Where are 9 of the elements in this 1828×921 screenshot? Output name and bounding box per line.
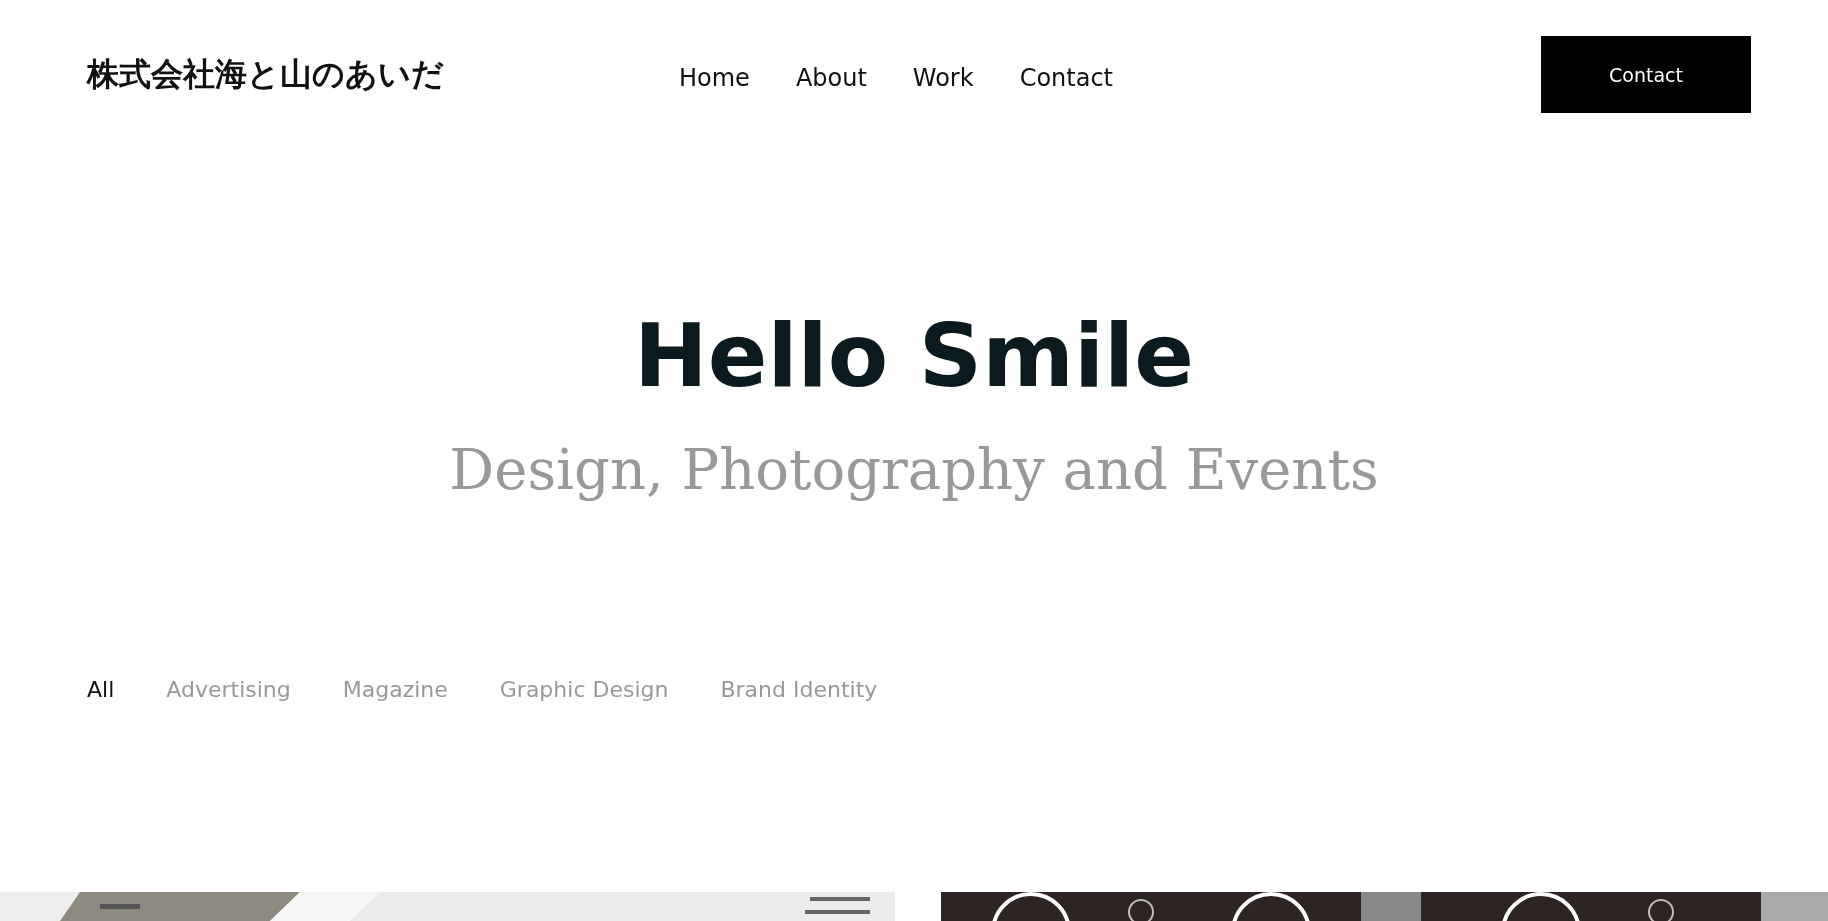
nav-link[interactable]: About — [795, 63, 867, 92]
nav-link[interactable]: Contact — [1019, 63, 1113, 92]
hero-title: Hello Smile — [634, 308, 1194, 405]
nav-link[interactable]: Work — [912, 63, 974, 92]
company-logo[interactable]: 株式会社海と山のあいだ — [87, 52, 679, 97]
nav-link[interactable]: Home — [679, 63, 750, 92]
contact-button[interactable]: Contact — [1541, 36, 1751, 113]
hero-subtitle: Design, Photography and Events — [449, 436, 1379, 502]
filter-tab[interactable]: All — [87, 676, 115, 702]
